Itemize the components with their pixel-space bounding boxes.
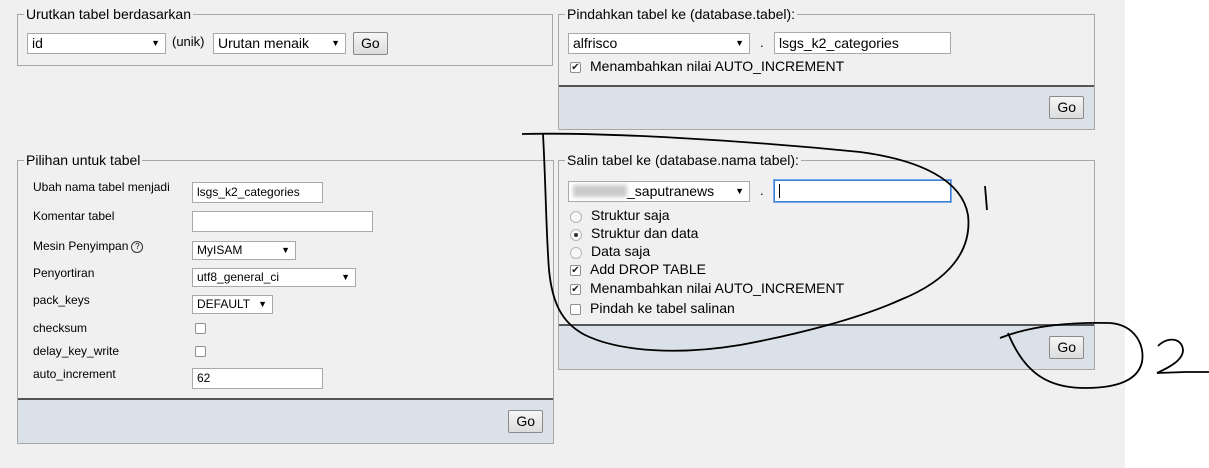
data-only-label: Data saja: [591, 243, 651, 259]
annotation-digit-2: [1156, 338, 1209, 374]
data-only-radio[interactable]: [570, 247, 582, 259]
table-options-legend: Pilihan untuk tabel: [24, 152, 143, 168]
storage-engine-select[interactable]: MyISAM ▼: [192, 241, 296, 260]
move-table-fieldset: Pindahkan tabel ke (database.tabel): alf…: [558, 6, 1095, 130]
switch-to-copy-label: Pindah ke tabel salinan: [590, 300, 735, 316]
copy-table-legend: Salin tabel ke (database.nama tabel):: [565, 152, 801, 168]
move-table-name-input[interactable]: lsgs_k2_categories: [774, 32, 951, 54]
text-cursor: [779, 184, 780, 198]
sort-go-button[interactable]: Go: [353, 32, 388, 55]
collation-label: Penyortiran: [33, 266, 95, 280]
delay-key-write-label: delay_key_write: [33, 344, 120, 358]
chevron-down-icon: ▼: [258, 299, 267, 309]
copy-database-select[interactable]: _saputranews ▼: [568, 181, 750, 202]
chevron-down-icon: ▼: [151, 38, 160, 48]
move-table-footer: Go: [559, 85, 1094, 129]
auto-increment-label: auto_increment: [33, 367, 116, 381]
move-auto-increment-checkbox[interactable]: ✔: [570, 62, 581, 73]
move-auto-increment-label: Menambahkan nilai AUTO_INCREMENT: [590, 58, 845, 74]
question-circle-icon[interactable]: ?: [131, 241, 144, 253]
copy-auto-increment-checkbox[interactable]: ✔: [570, 284, 581, 295]
sort-column-select[interactable]: id ▼: [27, 33, 166, 54]
auto-increment-input[interactable]: 62: [192, 368, 323, 389]
chevron-down-icon: ▼: [331, 38, 340, 48]
copy-table-fieldset: Salin tabel ke (database.nama tabel): _s…: [558, 152, 1095, 370]
sort-table-legend: Urutkan tabel berdasarkan: [24, 6, 193, 22]
copy-separator: .: [760, 183, 764, 198]
switch-to-copy-checkbox[interactable]: [570, 304, 581, 315]
add-drop-table-label: Add DROP TABLE: [590, 261, 706, 277]
storage-engine-label: Mesin Penyimpan?: [33, 239, 144, 253]
structure-only-label: Struktur saja: [591, 207, 670, 223]
table-options-go-button[interactable]: Go: [508, 410, 543, 433]
unique-label: (unik): [172, 34, 205, 49]
move-table-legend: Pindahkan tabel ke (database.tabel):: [565, 6, 798, 22]
copy-go-button[interactable]: Go: [1049, 336, 1084, 359]
rename-label: Ubah nama tabel menjadi: [33, 180, 170, 194]
sort-table-fieldset: Urutkan tabel berdasarkan id ▼ (unik) Uru…: [17, 6, 553, 66]
chevron-down-icon: ▼: [281, 245, 290, 255]
delay-key-write-checkbox[interactable]: [195, 346, 206, 357]
structure-only-radio[interactable]: [570, 211, 582, 223]
structure-and-data-radio[interactable]: [570, 229, 582, 241]
add-drop-table-checkbox[interactable]: ✔: [570, 265, 581, 276]
copy-table-name-input[interactable]: [774, 180, 951, 202]
chevron-down-icon: ▼: [735, 186, 744, 196]
checksum-label: checksum: [33, 321, 88, 335]
collation-select[interactable]: utf8_general_ci ▼: [192, 268, 356, 287]
copy-auto-increment-label: Menambahkan nilai AUTO_INCREMENT: [590, 280, 845, 296]
comment-label: Komentar tabel: [33, 209, 115, 223]
move-go-button[interactable]: Go: [1049, 96, 1084, 119]
move-separator: .: [760, 35, 764, 50]
move-database-select[interactable]: alfrisco ▼: [568, 33, 750, 54]
copy-table-footer: Go: [559, 324, 1094, 369]
structure-and-data-label: Struktur dan data: [591, 225, 699, 241]
table-options-footer: Go: [18, 398, 553, 443]
table-options-fieldset: Pilihan untuk tabel Ubah nama tabel menj…: [17, 152, 554, 444]
sort-order-select[interactable]: Urutan menaik ▼: [213, 33, 346, 54]
checksum-checkbox[interactable]: [195, 323, 206, 334]
chevron-down-icon: ▼: [735, 38, 744, 48]
redacted-text: [573, 185, 627, 197]
chevron-down-icon: ▼: [341, 272, 350, 282]
pack-keys-label: pack_keys: [33, 293, 90, 307]
pack-keys-select[interactable]: DEFAULT ▼: [192, 295, 273, 314]
comment-input[interactable]: [192, 211, 373, 232]
rename-input[interactable]: lsgs_k2_categories: [192, 182, 323, 203]
